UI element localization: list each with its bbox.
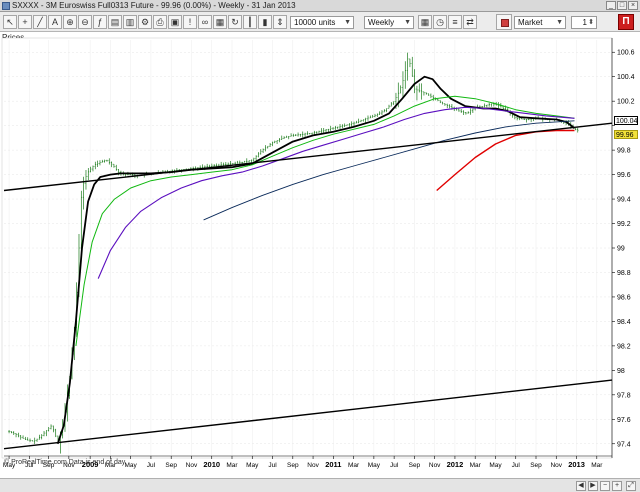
y-tick-label: 99.8 [617,148,631,155]
x-tick-label: Jul [147,462,156,469]
x-tick-label: May [489,462,502,469]
data-credit: © ProRealTime.com Data is end of day [4,459,126,466]
y-tick-label: 99 [617,246,625,253]
current-price-tag: 99.96 [614,129,638,139]
x-tick-label: Mar [348,462,360,469]
x-tick-label: Sep [409,462,421,469]
scroll-left-icon[interactable]: ◀ [576,481,586,491]
x-tick-label: May [246,462,259,469]
x-tick-label: Mar [470,462,482,469]
y-tick-label: 98.4 [617,319,631,326]
y-tick-label: 100.6 [617,50,635,57]
y-tick-label: 97.8 [617,392,631,399]
x-tick-label: Sep [165,462,177,469]
x-tick-label: Nov [429,462,441,469]
x-tick-label: 2011 [325,460,341,469]
x-tick-label: Sep [287,462,299,469]
y-tick-label: 99.2 [617,221,631,228]
x-tick-label: Nov [550,462,562,469]
x-tick-label: May [368,462,381,469]
x-tick-label: Sep [530,462,542,469]
y-tick-label: 97.4 [617,441,631,448]
x-tick-label: Nov [307,462,319,469]
y-tick-label: 99.4 [617,197,631,204]
y-tick-label: 97.6 [617,417,631,424]
bottom-navigation-bar: ◀ ▶ − + ⤢ [0,478,640,492]
last-value-tag: 100.04 [614,115,638,125]
zoom-in-time-icon[interactable]: + [612,481,622,491]
y-tick-label: 99.6 [617,172,631,179]
y-tick-label: 100.4 [617,74,635,81]
x-tick-label: 2010 [203,460,220,469]
y-tick-label: 98.6 [617,294,631,301]
y-tick-label: 98 [617,368,625,375]
x-tick-label: Mar [226,462,238,469]
x-tick-label: Mar [591,462,603,469]
scroll-right-icon[interactable]: ▶ [588,481,598,491]
auto-scale-icon[interactable]: ⤢ [626,481,636,491]
x-tick-label: 2013 [568,460,585,469]
y-tick-label: 100.2 [617,99,635,106]
x-tick-label: Jul [512,462,521,469]
x-tick-label: Jul [268,462,277,469]
price-chart[interactable]: 97.4 97.6 97.8 98 98.2 98.4 98.6 98.8 99 99.2 99.4… [0,0,640,492]
x-tick-label: Nov [186,462,198,469]
y-tick-label: 98.8 [617,270,631,277]
x-tick-label: 2012 [447,460,464,469]
y-tick-label: 98.2 [617,343,631,350]
x-tick-label: May [125,462,138,469]
zoom-out-time-icon[interactable]: − [600,481,610,491]
x-tick-label: Jul [390,462,399,469]
y-axis: 97.4 97.6 97.8 98 98.2 98.4 98.6 98.8 99 99.2 99.4… [611,38,635,458]
